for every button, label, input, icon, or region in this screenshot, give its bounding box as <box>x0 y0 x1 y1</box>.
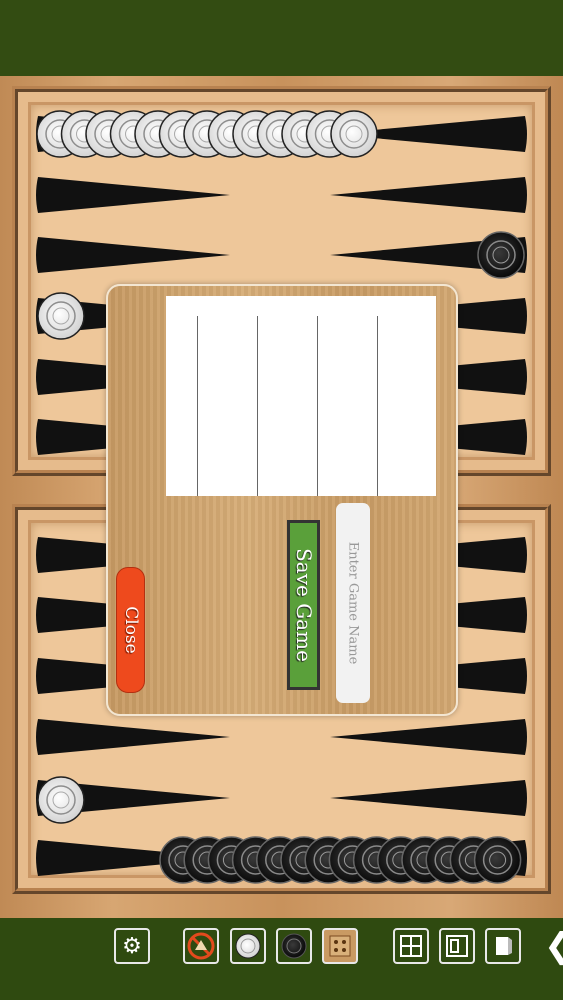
black-checker-icon[interactable] <box>276 928 312 964</box>
game-name-input[interactable]: Enter Game Name <box>336 503 370 703</box>
white-checker <box>37 776 85 824</box>
white-checker-icon[interactable] <box>230 928 266 964</box>
game-name-placeholder: Enter Game Name <box>345 541 361 665</box>
back-chevron-icon[interactable]: ❮ <box>544 924 563 968</box>
door-icon[interactable] <box>485 928 521 964</box>
black-checker <box>477 231 525 279</box>
point <box>36 719 230 755</box>
black-checker <box>473 836 522 884</box>
board-layout-icon[interactable] <box>393 928 429 964</box>
saved-games-list[interactable] <box>166 296 436 496</box>
no-sound-icon[interactable] <box>183 928 219 964</box>
dice-icon[interactable] <box>322 928 358 964</box>
white-checker-stack[interactable] <box>36 110 378 158</box>
save-game-button[interactable]: Save Game <box>287 520 320 690</box>
gear-icon[interactable]: ⚙ <box>114 928 150 964</box>
white-checker <box>330 110 378 158</box>
point <box>330 780 527 816</box>
save-game-label: Save Game <box>291 548 316 662</box>
point <box>330 719 527 755</box>
point <box>36 237 230 273</box>
point <box>36 177 230 213</box>
black-checker-stack[interactable] <box>159 836 522 884</box>
white-checker <box>37 292 85 340</box>
close-label: Close <box>120 606 141 654</box>
close-button[interactable]: Close <box>116 567 145 693</box>
point <box>330 177 527 213</box>
card-icon[interactable] <box>439 928 475 964</box>
